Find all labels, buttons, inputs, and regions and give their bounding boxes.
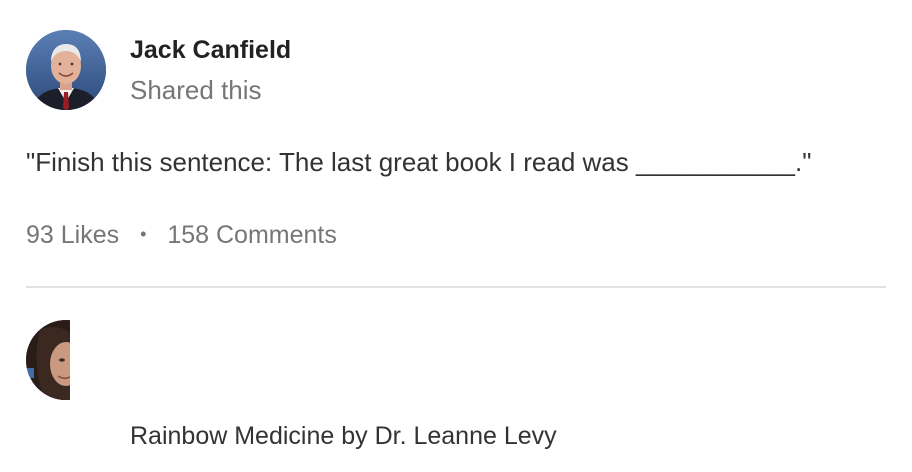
post-card: Jack Canfield Shared this "Finish this s… xyxy=(0,0,912,472)
post-stats: 93 Likes • 158 Comments xyxy=(26,218,337,251)
person-photo-icon xyxy=(26,30,106,110)
author-name[interactable]: Jack Canfield xyxy=(130,34,291,66)
likes-count-link[interactable]: 93 Likes xyxy=(26,221,119,249)
comment-author-name[interactable]: Rainbow Medicine by Dr. Leanne Levy xyxy=(130,420,557,452)
post-text: "Finish this sentence: The last great bo… xyxy=(26,147,812,177)
comments-count-link[interactable]: 158 Comments xyxy=(167,221,337,249)
person-photo-icon xyxy=(26,320,70,400)
author-avatar[interactable] xyxy=(26,30,106,110)
stats-separator: • xyxy=(140,224,147,244)
author-action-text: Shared this xyxy=(130,75,262,105)
comment-author-avatar[interactable] xyxy=(26,320,70,400)
divider xyxy=(26,286,886,288)
